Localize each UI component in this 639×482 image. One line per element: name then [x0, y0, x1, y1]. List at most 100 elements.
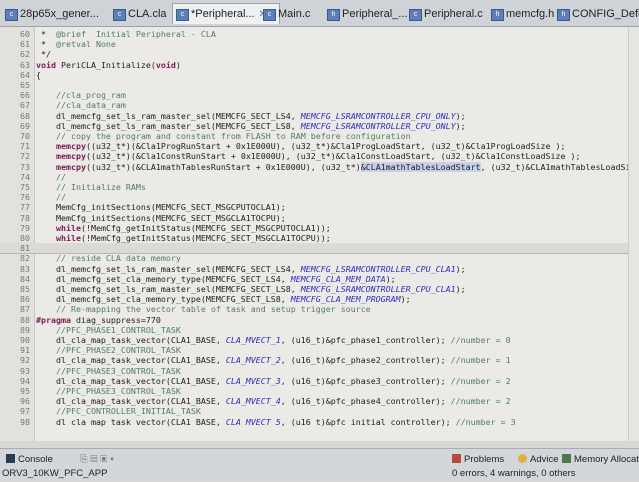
- code-line[interactable]: 77 MemCfg_initSections(MEMCFG_SECT_MSGCP…: [0, 202, 639, 212]
- code-line[interactable]: 89 //PFC_PHASE1_CONTROL_TASK: [0, 325, 639, 335]
- code-text: //cla_prog_ram: [55, 90, 126, 101]
- code-line[interactable]: 96 dl_cla_map_task_vector(CLA1_BASE, CLA…: [0, 396, 639, 406]
- code-line[interactable]: 91 //PFC_PHASE2_CONTROL_TASK: [0, 345, 639, 355]
- code-line[interactable]: 61 * @retval None: [0, 39, 639, 49]
- code-line[interactable]: 60 * @brief Initial Peripheral - CLA: [0, 29, 639, 39]
- code-text: //PFC_PHASE3_CONTROL_TASK: [55, 365, 181, 376]
- line-number: 80: [20, 233, 30, 243]
- line-number: 91: [20, 345, 30, 356]
- code-line[interactable]: 93 //PFC_PHASE3_CONTROL_TASK: [0, 366, 639, 376]
- tab-label: Main.c: [278, 8, 311, 20]
- code-text: * @brief Initial Peripheral - CLA: [36, 29, 216, 39]
- file-icon: c: [176, 9, 189, 21]
- editor-tab-bar: c 28p65x_gener... c CLA.cla c *Periphera…: [0, 0, 639, 27]
- code-line[interactable]: 98 dl cla map task vector(CLA1 BASE, CLA…: [0, 417, 639, 427]
- bottom-panel-bar: Console ⎘ ▤ ▣ ▾ Problems Advice Memory A…: [0, 448, 639, 481]
- file-icon: h: [491, 9, 504, 21]
- line-number: 71: [20, 141, 30, 152]
- line-number: 74: [20, 171, 30, 182]
- code-line[interactable]: 74 //: [0, 172, 639, 182]
- tab-label: Peripheral_...: [342, 8, 408, 20]
- line-number: 86: [20, 294, 30, 305]
- advice-icon: [518, 454, 527, 463]
- line-number: 98: [20, 416, 30, 427]
- tab-config-define-h[interactable]: h CONFIG_Define.h: [554, 4, 639, 24]
- code-text: MemCfg_initSections(MEMCFG_SECT_MSGCLA1T…: [36, 212, 286, 223]
- line-number: 67: [20, 100, 30, 111]
- file-icon: c: [5, 9, 18, 21]
- file-icon: c: [409, 9, 422, 21]
- console-toolbar-icons[interactable]: ⎘ ▤ ▣ ▾: [80, 454, 114, 465]
- code-line[interactable]: 97 //PFC_CONTROLLER_INITIAL_TASK: [0, 406, 639, 416]
- code-line[interactable]: 72 memcpy((u32_t*)(&Cla1ConstRunStart + …: [0, 151, 639, 161]
- code-text: while(!MemCfg_getInitStatus(MEMCFG_SECT_…: [55, 222, 331, 233]
- code-line[interactable]: 64 {: [0, 70, 639, 80]
- code-text: MemCfg_initSections(MEMCFG_SECT_MSGCPUTO…: [36, 202, 286, 213]
- code-line[interactable]: 67 //cla_data_ram: [0, 100, 639, 110]
- line-number: 73: [20, 161, 30, 172]
- code-line[interactable]: 76 //: [0, 192, 639, 202]
- file-icon: c: [263, 9, 276, 21]
- vertical-scrollbar[interactable]: [628, 27, 639, 441]
- code-text: memcpy((u32_t*)(&CLA1mathTablesRunStart …: [55, 161, 639, 172]
- code-line[interactable]: 80 while(!MemCfg_getInitStatus(MEMCFG_SE…: [0, 233, 639, 243]
- code-line[interactable]: 65: [0, 80, 639, 90]
- line-number: 82: [20, 253, 30, 264]
- code-text: //cla_data_ram: [55, 100, 126, 111]
- memory-label: Memory Allocation: [574, 454, 639, 465]
- tab-label: CLA.cla: [128, 8, 167, 20]
- code-line[interactable]: 78 MemCfg_initSections(MEMCFG_SECT_MSGCL…: [0, 213, 639, 223]
- code-text: dl_memcfg_set_ls_ram_master_sel(MEMCFG_S…: [36, 263, 466, 274]
- code-line[interactable]: 68 dl_memcfg_set_ls_ram_master_sel(MEMCF…: [0, 111, 639, 121]
- code-line[interactable]: 70 // copy the program and constant from…: [0, 131, 639, 141]
- code-text: {: [36, 69, 41, 80]
- code-line[interactable]: 88 #pragma diag_suppress=770: [0, 315, 639, 325]
- code-line[interactable]: 92 dl_cla_map_task_vector(CLA1_BASE, CLA…: [0, 355, 639, 365]
- code-line[interactable]: 95 //PFC_PHASE3_CONTROL_TASK: [0, 386, 639, 396]
- console-label: Console: [18, 454, 53, 465]
- code-line[interactable]: 69 dl_memcfg_set_ls_ram_master_sel(MEMCF…: [0, 121, 639, 131]
- line-number: 64: [20, 69, 30, 80]
- line-number: 88: [20, 314, 30, 325]
- code-line[interactable]: 94 dl_cla_map_task_vector(CLA1_BASE, CLA…: [0, 376, 639, 386]
- code-text: void PeriCLA_Initialize(void): [36, 59, 181, 70]
- code-text: dl_cla_map_task_vector(CLA1_BASE, CLA_MV…: [36, 396, 511, 407]
- line-number: 87: [20, 304, 30, 315]
- code-editor[interactable]: 60 * @brief Initial Peripheral - CLA 61 *…: [0, 27, 639, 441]
- line-number: 94: [20, 375, 30, 386]
- code-line[interactable]: 83 dl_memcfg_set_ls_ram_master_sel(MEMCF…: [0, 264, 639, 274]
- code-text: memcpy((u32_t*)(&Cla1ProgRunStart + 0x1E…: [55, 141, 566, 152]
- code-line[interactable]: 75 // Initialize RAMs: [0, 182, 639, 192]
- code-text: //PFC_PHASE2_CONTROL_TASK: [55, 345, 181, 356]
- code-line[interactable]: 79 while(!MemCfg_getInitStatus(MEMCFG_SE…: [0, 223, 639, 233]
- line-number: 69: [20, 120, 30, 131]
- line-number: 85: [20, 284, 30, 294]
- code-line[interactable]: 71 memcpy((u32_t*)(&Cla1ProgRunStart + 0…: [0, 141, 639, 151]
- line-number: 63: [20, 59, 30, 70]
- code-line[interactable]: 82 // reside CLA data memory: [0, 253, 639, 263]
- line-number: 76: [20, 192, 30, 203]
- code-text: * @retval None: [36, 39, 116, 50]
- code-text: //: [55, 192, 66, 203]
- line-number: 96: [20, 396, 30, 407]
- code-line[interactable]: 66 //cla_prog_ram: [0, 90, 639, 100]
- line-number: 72: [20, 151, 30, 162]
- code-line[interactable]: 86 dl_memcfg_set_cla_memory_type(MEMCFG_…: [0, 294, 639, 304]
- code-line[interactable]: 73 memcpy((u32_t*)(&CLA1mathTablesRunSta…: [0, 161, 639, 172]
- line-number: 78: [20, 212, 30, 223]
- code-line[interactable]: 84 dl_memcfg_set_cla_memory_type(MEMCFG_…: [0, 274, 639, 284]
- code-line[interactable]: 62 */: [0, 49, 639, 59]
- tab-label: CONFIG_Define.h: [572, 8, 639, 20]
- code-line[interactable]: 63 void PeriCLA_Initialize(void): [0, 60, 639, 70]
- code-line[interactable]: 87 // Re-mapping the vector table of tas…: [0, 304, 639, 314]
- memory-icon: [562, 454, 571, 463]
- line-number: 97: [20, 406, 30, 417]
- code-text: dl_memcfg_set_cla_memory_type(MEMCFG_SEC…: [36, 273, 396, 284]
- file-icon: c: [113, 9, 126, 21]
- code-text: dl_memcfg_set_ls_ram_master_sel(MEMCFG_S…: [36, 120, 466, 131]
- line-number: 75: [20, 182, 30, 192]
- code-line[interactable]: 90 dl_cla_map_task_vector(CLA1_BASE, CLA…: [0, 335, 639, 345]
- line-number: 81: [20, 243, 30, 254]
- code-line[interactable]: 85 dl_memcfg_set_ls_ram_master_sel(MEMCF…: [0, 284, 639, 294]
- line-number: 83: [20, 263, 30, 274]
